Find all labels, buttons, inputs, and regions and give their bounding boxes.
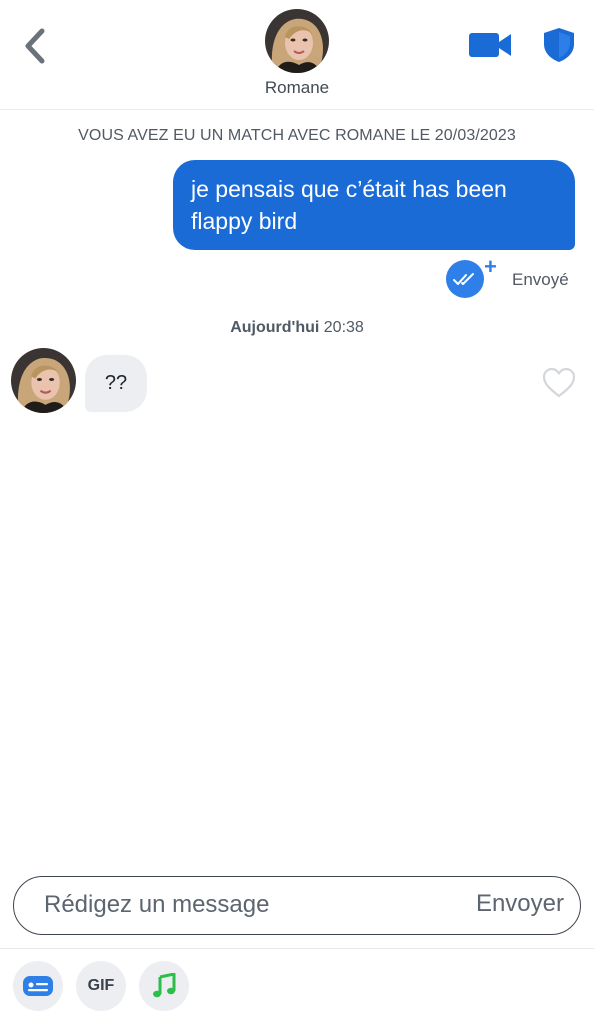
- message-input[interactable]: [44, 885, 444, 925]
- toolbar-divider: [0, 948, 594, 949]
- music-note-icon: [153, 973, 176, 998]
- avatar-image: [11, 348, 76, 413]
- sticker-button[interactable]: [13, 961, 63, 1011]
- double-check-icon: [446, 260, 484, 298]
- message-timestamp: Aujourd'hui 20:38: [0, 319, 594, 337]
- contact-name[interactable]: Romane: [0, 78, 594, 98]
- avatar-image: [265, 9, 329, 73]
- send-button[interactable]: Envoyer: [476, 890, 564, 918]
- contact-avatar[interactable]: [265, 9, 329, 73]
- gif-button[interactable]: GIF: [76, 961, 126, 1011]
- video-call-button[interactable]: [467, 30, 513, 60]
- chat-header: Romane: [0, 0, 594, 110]
- sticker-card-icon: [23, 976, 53, 996]
- heart-outline-icon: [542, 367, 576, 398]
- safety-button[interactable]: [541, 26, 577, 64]
- like-message-button[interactable]: [542, 367, 576, 399]
- message-composer: Envoyer: [13, 876, 581, 935]
- sent-message-bubble[interactable]: je pensais que c’était has been flappy b…: [173, 160, 575, 250]
- timestamp-day: Aujourd'hui: [230, 319, 320, 336]
- gif-label: GIF: [87, 977, 115, 994]
- timestamp-time: 20:38: [323, 319, 364, 336]
- shield-icon: [544, 28, 574, 62]
- match-banner: VOUS AVEZ EU UN MATCH AVEC ROMANE LE 20/…: [78, 127, 516, 144]
- back-button[interactable]: [18, 26, 52, 66]
- status-plus: +: [484, 254, 497, 279]
- received-message-bubble[interactable]: ??: [85, 355, 147, 412]
- video-camera-icon: [469, 33, 511, 57]
- sender-avatar[interactable]: [11, 348, 76, 413]
- status-text: Envoyé: [512, 270, 569, 289]
- chevron-left-icon: [25, 28, 45, 64]
- chat-screen: Romane VOUS AVEZ EU UN MATCH AVEC ROMANE…: [0, 0, 594, 1024]
- message-status: + Envoyé: [446, 254, 586, 298]
- music-button[interactable]: [139, 961, 189, 1011]
